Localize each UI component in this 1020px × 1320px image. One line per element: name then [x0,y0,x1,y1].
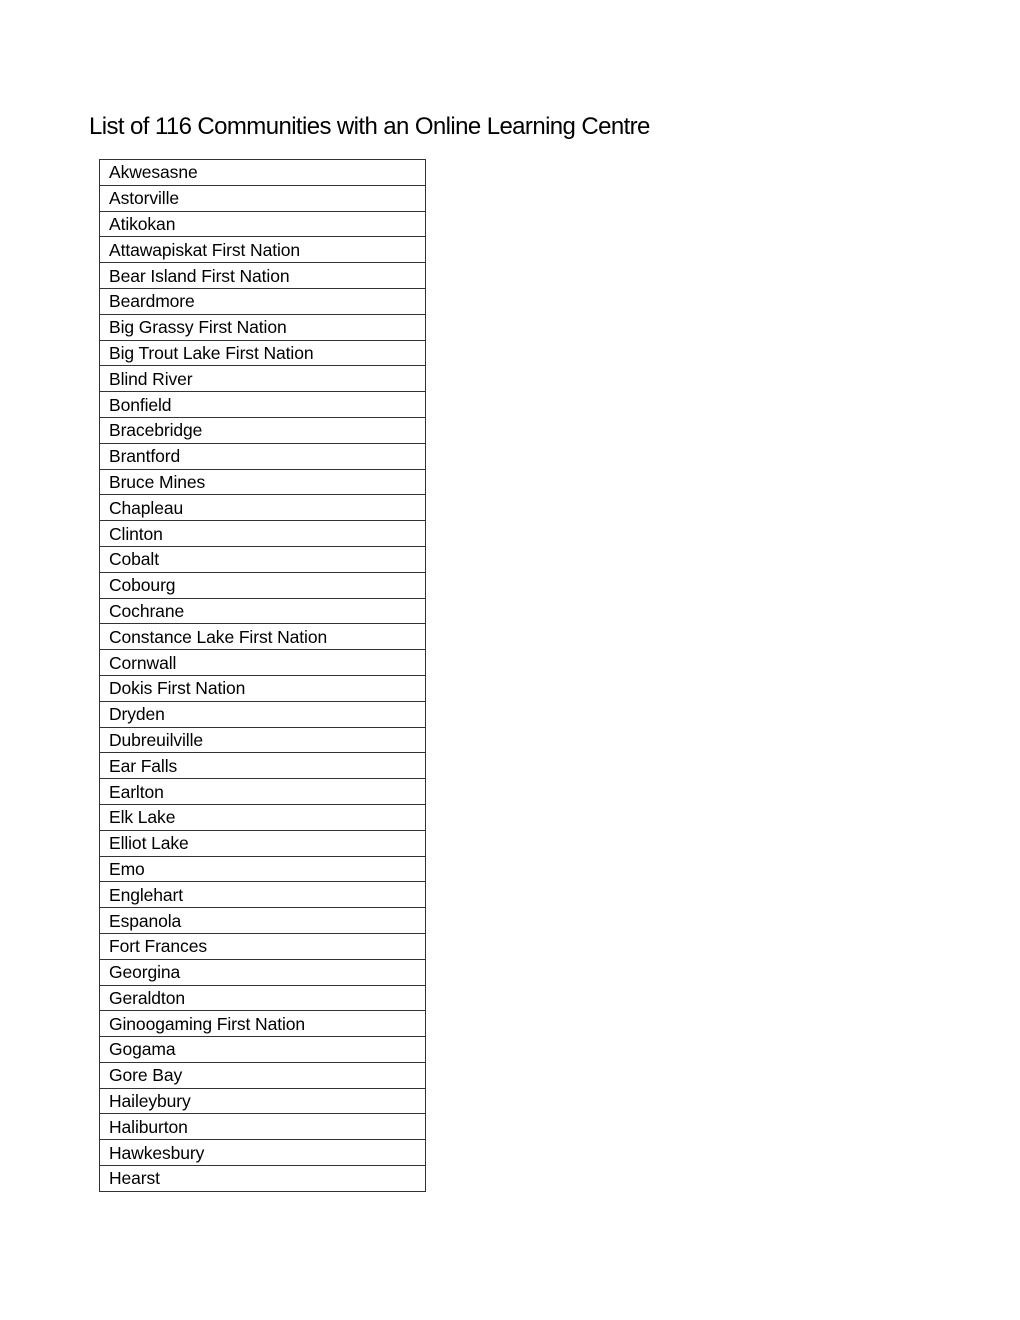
table-row: Gore Bay [99,1061,426,1089]
table-row: Cobourg [99,571,426,599]
table-row: Atikokan [99,210,426,238]
community-name-cell: Emo [99,855,426,883]
table-row: Englehart [99,881,426,909]
table-row: Dokis First Nation [99,674,426,702]
table-row: Cochrane [99,597,426,625]
table-row: Brantford [99,442,426,470]
community-name-cell: Bonfield [99,391,426,418]
community-name-cell: Haileybury [99,1087,426,1115]
communities-table-body: Akwesasne Astorville Atikokan Attawapiskat … [99,159,426,1192]
community-name-cell: Ear Falls [99,752,426,780]
table-row: Akwesasne [99,159,426,186]
community-name-cell: Hearst [99,1165,426,1192]
community-name-cell: Dubreuilville [99,726,426,754]
table-row: Fort Frances [99,932,426,960]
community-name-cell: Geraldton [99,984,426,1012]
table-row: Clinton [99,520,426,547]
table-row: Chapleau [99,494,426,522]
community-name-cell: Cornwall [99,649,426,676]
table-row: Beardmore [99,287,426,315]
community-name-cell: Beardmore [99,287,426,315]
community-name-cell: Earlton [99,778,426,805]
community-name-cell: Akwesasne [99,159,426,186]
community-name-cell: Brantford [99,442,426,470]
table-row: Big Trout Lake First Nation [99,339,426,367]
community-name-cell: Attawapiskat First Nation [99,236,426,264]
community-name-cell: Haliburton [99,1113,426,1141]
table-row: Dryden [99,700,426,728]
table-row: Bonfield [99,391,426,418]
community-name-cell: Bruce Mines [99,468,426,496]
community-name-cell: Atikokan [99,210,426,238]
community-name-cell: Gogama [99,1036,426,1063]
table-row: Ginoogaming First Nation [99,1010,426,1038]
table-row: Haileybury [99,1087,426,1115]
table-row: Dubreuilville [99,726,426,754]
community-name-cell: Big Grassy First Nation [99,313,426,341]
community-name-cell: Astorville [99,184,426,212]
table-row: Geraldton [99,984,426,1012]
table-row: Espanola [99,907,426,934]
community-name-cell: Elk Lake [99,803,426,831]
table-row: Blind River [99,365,426,393]
community-name-cell: Dokis First Nation [99,674,426,702]
community-name-cell: Cobalt [99,545,426,573]
community-name-cell: Bear Island First Nation [99,262,426,289]
table-row: Hawkesbury [99,1139,426,1167]
community-name-cell: Hawkesbury [99,1139,426,1167]
community-name-cell: Bracebridge [99,416,426,444]
communities-table: Akwesasne Astorville Atikokan Attawapiskat … [99,159,426,1192]
table-row: Bracebridge [99,416,426,444]
community-name-cell: Chapleau [99,494,426,522]
table-row: Bear Island First Nation [99,262,426,289]
table-row: Elk Lake [99,803,426,831]
community-name-cell: Constance Lake First Nation [99,623,426,651]
community-name-cell: Blind River [99,365,426,393]
table-row: Emo [99,855,426,883]
page-title: List of 116 Communities with an Online L… [89,113,650,140]
table-row: Cobalt [99,545,426,573]
community-name-cell: Georgina [99,958,426,986]
community-name-cell: Englehart [99,881,426,909]
table-row: Ear Falls [99,752,426,780]
table-row: Big Grassy First Nation [99,313,426,341]
community-name-cell: Elliot Lake [99,829,426,857]
table-row: Bruce Mines [99,468,426,496]
community-name-cell: Cobourg [99,571,426,599]
community-name-cell: Clinton [99,520,426,547]
community-name-cell: Cochrane [99,597,426,625]
community-name-cell: Gore Bay [99,1061,426,1089]
table-row: Hearst [99,1165,426,1192]
community-name-cell: Fort Frances [99,932,426,960]
table-row: Elliot Lake [99,829,426,857]
community-name-cell: Dryden [99,700,426,728]
community-name-cell: Ginoogaming First Nation [99,1010,426,1038]
table-row: Cornwall [99,649,426,676]
table-row: Constance Lake First Nation [99,623,426,651]
table-row: Georgina [99,958,426,986]
table-row: Haliburton [99,1113,426,1141]
table-row: Astorville [99,184,426,212]
table-row: Gogama [99,1036,426,1063]
community-name-cell: Espanola [99,907,426,934]
table-row: Attawapiskat First Nation [99,236,426,264]
community-name-cell: Big Trout Lake First Nation [99,339,426,367]
table-row: Earlton [99,778,426,805]
